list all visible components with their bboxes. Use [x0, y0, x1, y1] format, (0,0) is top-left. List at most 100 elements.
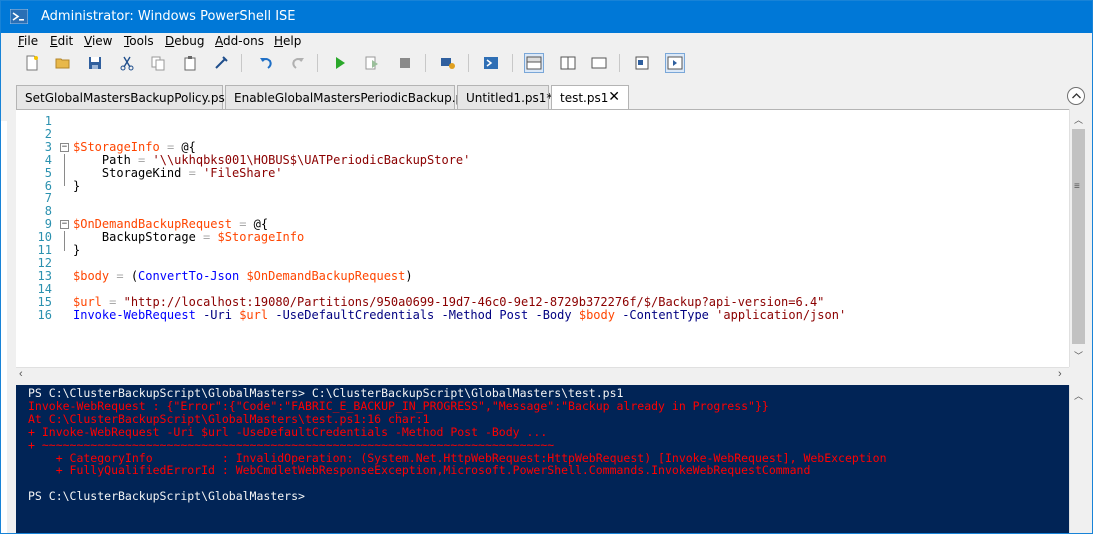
menu-tools[interactable]: Tools [124, 34, 154, 48]
tab-setglobalmastersbackuppolicy[interactable]: SetGlobalMastersBackupPolicy.ps1* [16, 85, 238, 109]
scroll-right-icon[interactable]: › [1058, 368, 1062, 380]
code-line: 16 Invoke-WebRequest -Uri $url -UseDefaul… [16, 307, 1069, 322]
code-token: -Uri [203, 307, 232, 322]
menu-edit[interactable]: Edit [50, 34, 73, 48]
scroll-left-icon[interactable]: ‹ [19, 368, 23, 380]
tab-enableglobalmasters[interactable]: EnableGlobalMastersPeriodicBackup.ps1 [225, 85, 477, 109]
powershell-app-icon [9, 8, 29, 25]
show-script-maximized-icon[interactable] [589, 53, 609, 73]
window-edge [1, 121, 7, 533]
console-line: + ~~~~~~~~~~~~~~~~~~~~~~~~~~~~~~~~~~~~~~… [28, 437, 555, 452]
editor-horizontal-scrollbar[interactable]: ‹ › [16, 367, 1069, 381]
line-number: 4 [44, 152, 52, 167]
code-line: 7 [16, 192, 1069, 205]
tab-label: Untitled1.ps1* [466, 91, 553, 105]
code-token: Post [499, 307, 529, 322]
show-command-addon-icon[interactable] [665, 53, 685, 73]
toolbar-separator [468, 54, 469, 72]
menu-bar: File Edit View Tools Debug Add-ons Help [1, 33, 1092, 51]
code-token: -Method [441, 307, 493, 322]
tab-test-ps1[interactable]: test.ps1 ✕ [551, 85, 629, 110]
code-token: $body [578, 307, 615, 322]
fold-toggle-icon[interactable]: − [60, 220, 69, 230]
code-token: "http://localhost:19080/Partitions/950a0… [123, 294, 825, 309]
code-line: 11} [16, 244, 1069, 257]
script-editor[interactable]: 1 2 3− $StorageInfo = @{4 Path = '\\ukhqbks… [16, 109, 1069, 367]
code-token: $OnDemandBackupRequest [73, 217, 232, 232]
tab-label: test.ps1 [560, 91, 609, 105]
code-line: 10 BackupStorage = $StorageInfo [16, 231, 1069, 244]
code-token: -UseDefaultCredentials [275, 307, 435, 322]
line-number: 2 [44, 126, 52, 141]
collapse-script-pane-icon[interactable] [1067, 87, 1085, 105]
code-text: } [73, 179, 80, 193]
code-token: 'FileShare' [203, 165, 283, 180]
code-token: -Body [535, 307, 572, 322]
code-text: BackupStorage = $StorageInfo [73, 231, 304, 244]
run-script-icon[interactable] [330, 53, 350, 73]
line-number: 12 [37, 255, 52, 270]
new-file-icon[interactable] [22, 53, 42, 73]
cut-icon[interactable] [117, 53, 137, 73]
line-number: 13 [37, 268, 52, 283]
code-line: 1 [16, 115, 1069, 128]
scroll-up-icon[interactable]: ︿ [1074, 113, 1083, 126]
show-commands-icon[interactable] [632, 53, 652, 73]
undo-icon[interactable] [256, 53, 276, 73]
window-title: Administrator: Windows PowerShell ISE [41, 9, 296, 24]
show-script-top-icon[interactable] [524, 53, 544, 73]
code-token: $OnDemandBackupRequest [246, 268, 406, 283]
copy-icon[interactable] [148, 53, 168, 73]
remote-powershell-icon[interactable] [438, 53, 458, 73]
menu-help[interactable]: Help [274, 34, 301, 48]
code-line: 6} [16, 179, 1069, 193]
open-folder-icon[interactable] [53, 53, 73, 73]
script-tab-bar: SetGlobalMastersBackupPolicy.ps1* Enable… [16, 85, 1088, 110]
code-token: $url [239, 307, 269, 322]
code-token: StorageKind [73, 165, 189, 180]
code-token: = [116, 268, 124, 283]
clear-console-icon[interactable] [211, 53, 231, 73]
toolbar [1, 51, 1092, 77]
scroll-thumb[interactable] [1072, 129, 1085, 344]
menu-add-ons[interactable]: Add-ons [215, 34, 264, 48]
grip-icon: ≡ [1074, 181, 1080, 192]
console-vertical-scrollbar[interactable]: ︿ [1069, 385, 1087, 533]
code-token: ConvertTo-Json [138, 268, 240, 283]
stop-operation-icon[interactable] [395, 53, 415, 73]
scroll-down-icon[interactable]: ﹀ [1074, 349, 1083, 362]
title-bar[interactable]: Administrator: Windows PowerShell ISE [1, 1, 1092, 33]
code-token: $StorageInfo [73, 139, 160, 154]
paste-icon[interactable] [180, 53, 200, 73]
run-selection-icon[interactable] [362, 53, 382, 73]
fold-guide [64, 153, 65, 187]
tab-untitled1[interactable]: Untitled1.ps1* [457, 85, 553, 109]
menu-debug[interactable]: Debug [165, 34, 204, 48]
code-token: Invoke-WebRequest [73, 307, 196, 322]
line-number: 14 [37, 281, 52, 296]
fold-toggle-icon[interactable]: − [60, 142, 69, 152]
code-text: StorageKind = 'FileShare' [73, 165, 283, 180]
scroll-up-icon[interactable]: ︿ [1074, 389, 1083, 402]
console-pane[interactable]: PS C:\ClusterBackupScript\GlobalMasters>… [16, 385, 1069, 533]
toolbar-separator [512, 54, 513, 72]
redo-icon[interactable] [288, 53, 308, 73]
editor-vertical-scrollbar[interactable]: ︿ ≡ ﹀ [1069, 109, 1087, 367]
close-tab-icon[interactable]: ✕ [608, 89, 620, 105]
save-icon[interactable] [85, 53, 105, 73]
code-token: Path [73, 152, 139, 167]
toolbar-separator [241, 54, 242, 72]
show-script-right-icon[interactable] [558, 53, 578, 73]
toolbar-separator [619, 54, 620, 72]
menu-view[interactable]: View [84, 34, 112, 48]
menu-file[interactable]: File [18, 34, 38, 48]
line-number: 16 [37, 307, 52, 322]
code-token: BackupStorage [73, 230, 204, 245]
code-token: ) [405, 268, 413, 283]
start-powershell-icon[interactable] [481, 53, 501, 73]
